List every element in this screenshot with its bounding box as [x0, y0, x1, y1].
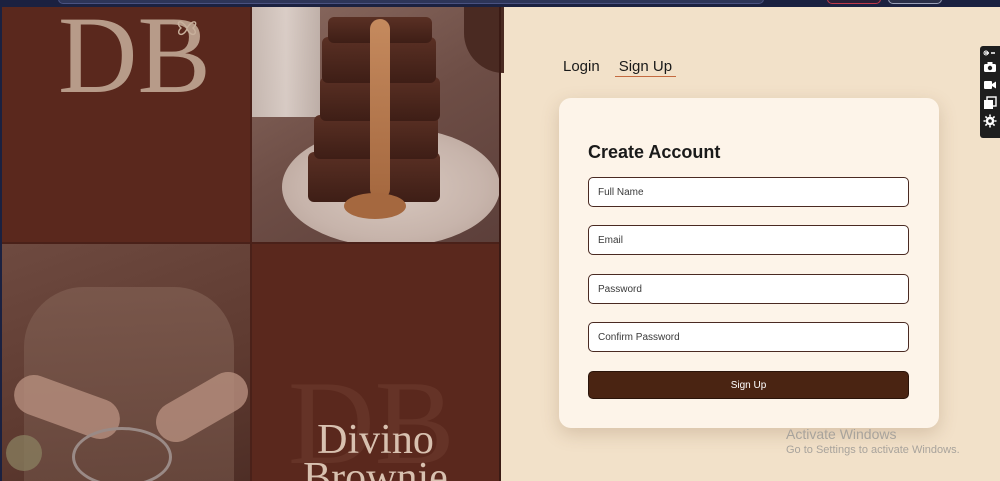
sieve-illustration	[72, 427, 172, 481]
watermark-badge-icon	[6, 435, 42, 471]
collage-divider-v	[250, 7, 252, 481]
confirm-password-input[interactable]	[588, 322, 909, 352]
auth-page: DB DB Divino Brownie Login Sign Up Creat…	[2, 7, 1000, 481]
milk-glass-illustration	[252, 7, 320, 117]
collage-divider-h	[2, 242, 500, 244]
signup-card: Create Account Sign Up	[559, 98, 939, 428]
signup-button[interactable]: Sign Up	[588, 371, 909, 399]
password-input[interactable]	[588, 274, 909, 304]
butterfly-icon	[177, 21, 197, 36]
full-name-input[interactable]	[588, 177, 909, 207]
logo-tile: DB	[2, 7, 251, 243]
video-icon[interactable]	[981, 76, 999, 94]
email-input[interactable]	[588, 225, 909, 255]
form-title: Create Account	[588, 142, 721, 162]
activate-subtitle: Go to Settings to activate Windows.	[786, 444, 960, 456]
brand-name-line2: Brownie	[303, 455, 448, 481]
caramel-puddle-illustration	[344, 193, 406, 219]
tab-login[interactable]: Login	[563, 57, 603, 77]
toolbar-button-edge[interactable]	[827, 0, 881, 4]
toolbar-button-edge-2[interactable]	[888, 0, 942, 4]
brand-collage: DB DB Divino Brownie	[2, 7, 504, 481]
browser-top-strip	[0, 0, 1000, 7]
caramel-drip-illustration	[370, 19, 390, 199]
tab-signup[interactable]: Sign Up	[614, 57, 677, 77]
panel-divider	[499, 7, 501, 481]
camera-icon[interactable]	[981, 58, 999, 76]
copy-icon[interactable]	[981, 94, 999, 112]
link-icon[interactable]	[981, 48, 999, 58]
address-bar-edge[interactable]	[58, 0, 764, 4]
auth-tabs: Login Sign Up	[563, 57, 677, 77]
gear-icon[interactable]	[981, 112, 999, 130]
extension-side-toolbar	[980, 46, 1000, 138]
activate-windows-watermark: Activate Windows Go to Settings to activ…	[786, 426, 960, 456]
activate-title: Activate Windows	[786, 426, 897, 442]
